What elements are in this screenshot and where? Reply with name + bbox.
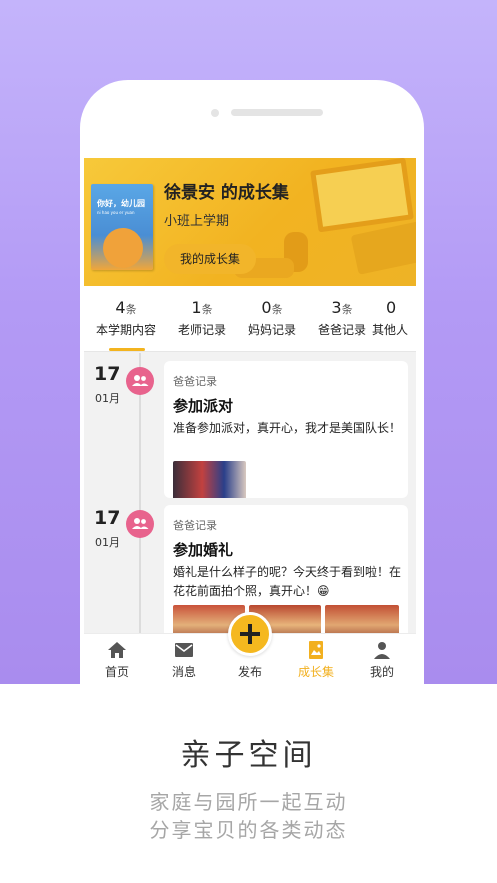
book-cover-title: 你好，幼儿园 bbox=[97, 199, 145, 208]
growth-banner: 你好，幼儿园 ni hao you er yuan 徐景安 的成长集 小班上学期… bbox=[84, 158, 416, 286]
tab-growth-collection[interactable]: 成长集 bbox=[289, 640, 343, 680]
stat-count: 1 bbox=[191, 298, 202, 317]
album-icon bbox=[309, 641, 323, 659]
tab-label: 消息 bbox=[171, 665, 196, 679]
tab-label: 首页 bbox=[104, 665, 129, 679]
entry-month: 01月 bbox=[95, 536, 120, 549]
active-stat-indicator bbox=[109, 348, 145, 351]
entry-photo[interactable] bbox=[173, 461, 246, 498]
entry-title: 参加婚礼 bbox=[173, 541, 234, 559]
family-avatar-icon bbox=[126, 367, 154, 395]
stat-unit: 条 bbox=[271, 303, 283, 316]
stat-unit: 条 bbox=[341, 303, 353, 316]
stat-others[interactable]: 0 其他人 bbox=[372, 298, 416, 338]
stat-count: 3 bbox=[331, 298, 342, 317]
term-label: 小班上学期 bbox=[164, 214, 230, 229]
stat-unit: 条 bbox=[201, 303, 213, 316]
stat-label: 老师记录 bbox=[177, 323, 226, 337]
entry-title: 参加派对 bbox=[173, 397, 234, 415]
tab-label: 发布 bbox=[237, 665, 262, 679]
family-avatar-icon bbox=[126, 510, 154, 538]
stat-semester[interactable]: 4条 本学期内容 bbox=[86, 298, 166, 338]
tab-label: 我的 bbox=[369, 665, 394, 679]
timeline-card[interactable]: 爸爸记录 参加派对 准备参加派对，真开心，我才是美国队长！ bbox=[164, 361, 408, 498]
entry-text: 婚礼是什么样子的呢？今天终于看到啦！在花花前面拍个照，真开心！😁 bbox=[173, 565, 402, 598]
stat-count: 4 bbox=[115, 298, 126, 317]
publish-button[interactable] bbox=[228, 612, 272, 656]
phone-frame: 你好，幼儿园 ni hao you er yuan 徐景安 的成长集 小班上学期… bbox=[80, 80, 424, 720]
planet-illustration bbox=[103, 228, 143, 268]
person-icon bbox=[374, 642, 390, 659]
my-growth-button[interactable]: 我的成长集 bbox=[164, 244, 256, 274]
timeline: 17 01月 爸爸记录 参加派对 准备参加派对，真开心，我才是美国队长！ 17 … bbox=[84, 353, 416, 645]
tab-label: 成长集 bbox=[297, 665, 334, 679]
entry-day: 17 bbox=[94, 507, 121, 529]
stat-mom[interactable]: 0条 妈妈记录 bbox=[232, 298, 312, 338]
entry-type: 爸爸记录 bbox=[173, 375, 217, 388]
stat-label: 其他人 bbox=[372, 323, 409, 337]
stat-count: 0 bbox=[261, 298, 272, 317]
camera-dot bbox=[211, 109, 219, 117]
stat-label: 爸爸记录 bbox=[317, 323, 366, 337]
record-stats: 4条 本学期内容 1条 老师记录 0条 妈妈记录 3条 爸爸记录 0 其他人 bbox=[84, 286, 416, 352]
banner-decoration bbox=[310, 158, 414, 233]
tab-mine[interactable]: 我的 bbox=[355, 640, 409, 680]
book-cover[interactable]: 你好，幼儿园 ni hao you er yuan bbox=[91, 184, 153, 270]
banner-decoration bbox=[350, 221, 416, 275]
stat-label: 本学期内容 bbox=[95, 323, 156, 337]
tab-messages[interactable]: 消息 bbox=[157, 640, 211, 680]
book-cover-subtitle: ni hao you er yuan bbox=[97, 210, 135, 215]
speaker-grille bbox=[231, 109, 323, 116]
timeline-card[interactable]: 爸爸记录 参加婚礼 婚礼是什么样子的呢？今天终于看到啦！在花花前面拍个照，真开心… bbox=[164, 505, 408, 645]
growth-collection-title: 徐景安 的成长集 bbox=[164, 183, 289, 203]
entry-day: 17 bbox=[94, 363, 121, 385]
app-screen: 你好，幼儿园 ni hao you er yuan 徐景安 的成长集 小班上学期… bbox=[84, 158, 416, 685]
bottom-tab-bar: 首页 消息 发布 成长集 我的 bbox=[84, 612, 416, 685]
home-icon bbox=[108, 642, 126, 658]
tab-publish[interactable]: 发布 bbox=[223, 660, 277, 680]
stat-label: 妈妈记录 bbox=[247, 323, 296, 337]
stat-unit: 条 bbox=[125, 303, 137, 316]
caption-line: 分享宝贝的各类动态 bbox=[149, 818, 348, 842]
stat-dad[interactable]: 3条 爸爸记录 bbox=[302, 298, 382, 338]
stat-teacher[interactable]: 1条 老师记录 bbox=[162, 298, 242, 338]
entry-type: 爸爸记录 bbox=[173, 519, 217, 532]
caption-title: 亲子空间 bbox=[180, 738, 317, 773]
entry-text: 准备参加派对，真开心，我才是美国队长！ bbox=[173, 421, 402, 435]
entry-month: 01月 bbox=[95, 392, 120, 405]
stat-count: 0 bbox=[386, 298, 397, 317]
plus-icon bbox=[240, 624, 260, 644]
caption-line: 家庭与园所一起互动 bbox=[149, 790, 348, 814]
tab-home[interactable]: 首页 bbox=[90, 640, 144, 680]
mail-icon bbox=[175, 643, 193, 657]
